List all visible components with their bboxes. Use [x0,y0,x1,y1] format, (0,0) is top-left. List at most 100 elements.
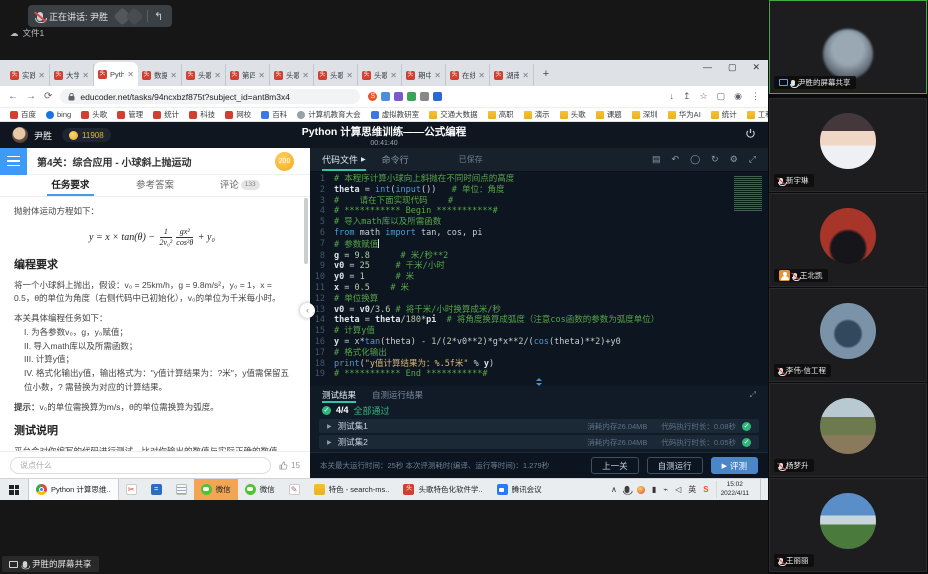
test-set-row[interactable]: ▶测试集1消耗内存26.04MB代码执行时长：0.08秒✓ [319,419,759,433]
bookmark-item[interactable]: 交通大数据 [429,109,478,120]
bookmark-star-icon[interactable]: ☆ [700,91,708,102]
share-icon[interactable]: ↥ [683,91,691,102]
taskbar-app-meeting[interactable]: 腾讯会议 [490,479,549,500]
reload-icon[interactable]: ⟳ [44,91,52,102]
bookmark-item[interactable]: 虚拟教研室 [371,109,420,120]
tab-terminal[interactable]: 命令行 [382,148,409,171]
bookmark-item[interactable]: 管理 [117,109,143,120]
reset-icon[interactable]: ◯ [690,154,700,165]
tab-close-icon[interactable]: ✕ [302,71,309,80]
browser-tab[interactable]: 头在线编✕ [446,64,490,86]
tab-selfrun-results[interactable]: 自测运行结果 [372,386,423,403]
hamburger-menu-icon[interactable] [0,148,27,175]
file-tree-icon[interactable]: ▤ [652,154,661,165]
taskbar-app-notepad[interactable] [169,479,194,500]
sogou-tray-icon[interactable]: S [703,485,708,494]
browser-tab[interactable]: 头湖南大✕ [490,64,534,86]
taskbar-app-chrome[interactable]: Python 计算思维.. [28,479,119,500]
taskbar-app-touge[interactable]: 头头歌特色化软件学.. [396,479,489,500]
browser-tab[interactable]: 头数据结✕ [138,64,182,86]
tab-close-icon[interactable]: ✕ [127,70,134,79]
taskbar-app-calc[interactable]: = [144,479,169,500]
bookmark-item[interactable]: bing [46,110,71,119]
prev-stage-button[interactable]: 上一关 [591,457,639,474]
close-button[interactable]: ✕ [752,62,760,73]
volume-icon[interactable]: ◁ [675,485,681,494]
bookmark-item[interactable]: 百科 [261,109,287,120]
tab-close-icon[interactable]: ✕ [346,71,353,80]
user-avatar[interactable] [12,127,28,143]
power-icon[interactable] [745,126,756,144]
battery-icon[interactable]: ▮ [652,485,656,494]
taskbar-app-snip[interactable]: ✂ [119,479,144,500]
network-icon[interactable]: ⌁ [663,485,668,494]
cloud-doc-widget[interactable]: ☁ 文件1 [10,27,44,39]
tab-close-icon[interactable]: ✕ [434,71,441,80]
participant-tile[interactable]: 李伟-信工程 [769,288,927,382]
start-button[interactable] [0,479,28,500]
taskbar-app-pen[interactable]: ✎ [282,479,307,500]
maximize-button[interactable]: ▢ [728,62,737,73]
bookmark-item[interactable]: 科技 [189,109,215,120]
bookmark-item[interactable]: 百度 [10,109,36,120]
minimize-button[interactable]: — [703,62,712,73]
tab-close-icon[interactable]: ✕ [214,71,221,80]
bookmark-item[interactable]: 华为AI [668,109,701,120]
extension-icon[interactable] [407,92,416,101]
expand-icon[interactable]: ⤢ [750,390,756,400]
extension-icon[interactable] [420,92,429,101]
participant-tile[interactable]: 杨梦升 [769,383,927,477]
evaluate-button[interactable]: ▶评测 [711,457,758,474]
bookmark-item[interactable]: 网校 [225,109,251,120]
tab-close-icon[interactable]: ✕ [522,71,529,80]
tab-close-icon[interactable]: ✕ [390,71,397,80]
show-desktop-button[interactable] [760,479,764,500]
bookmark-item[interactable]: 课题 [596,109,622,120]
fullscreen-icon[interactable]: ⤢ [749,154,756,165]
code-editor[interactable]: 1# 本程序计算小球向上斜抛在不同时间点的高度2theta = int(inpu… [310,172,768,378]
tray-expand-icon[interactable]: ∧ [611,485,617,494]
bookmark-item[interactable]: 计算机教育大会 [297,109,361,120]
tab-test-results[interactable]: 测试结果 [322,386,356,403]
tab-close-icon[interactable]: ✕ [82,71,89,80]
tab-close-icon[interactable]: ✕ [258,71,265,80]
panel-collapse-handle[interactable]: ‹ [300,303,315,318]
like-control[interactable]: 15 [279,461,300,470]
taskbar-app-wechat[interactable]: 微信 [238,479,282,500]
forward-icon[interactable]: → [26,91,36,102]
self-run-button[interactable]: 自测运行 [647,457,703,474]
bookmark-item[interactable]: 头歌 [81,109,107,120]
bookmark-item[interactable]: 工程教育专业认证 [747,109,768,120]
tray-app-icon[interactable] [637,486,645,494]
extension-icon[interactable] [433,92,442,101]
bookmark-item[interactable]: 深圳 [632,109,658,120]
tray-clock[interactable]: 15:02 2022/4/11 [716,481,753,498]
back-icon[interactable]: ← [8,91,18,102]
bookmark-item[interactable]: 头歌 [560,109,586,120]
tab-close-icon[interactable]: ✕ [170,71,177,80]
new-tab-button[interactable]: + [538,67,554,83]
participant-tile[interactable]: 王丽丽 [769,478,927,572]
tab-requirement[interactable]: 任务要求 [28,175,113,196]
sogou-extension-icon[interactable]: S [368,92,377,101]
browser-tab[interactable]: 头第四章✕ [226,64,270,86]
settings-gear-icon[interactable]: ⚙ [730,154,738,165]
tray-mic-icon[interactable] [624,486,629,493]
ime-icon[interactable]: 英 [688,484,696,495]
browser-tab[interactable]: 头大学计✕ [50,64,94,86]
participant-tile[interactable]: 王北凯 [769,193,927,287]
editor-minimap[interactable] [734,176,762,212]
browser-tab[interactable]: 头期中测✕ [402,64,446,86]
bookmark-item[interactable]: 统计 [711,109,737,120]
extension-icon[interactable] [394,92,403,101]
bookmark-item[interactable]: 统计 [153,109,179,120]
browser-tab[interactable]: 头头歌实✕ [358,64,402,86]
tab-close-icon[interactable]: ✕ [478,71,485,80]
test-set-row[interactable]: ▶测试集2消耗内存26.04MB代码执行时长：0.05秒✓ [319,435,759,449]
expand-caret-icon[interactable]: ▶ [327,439,332,446]
browser-tab[interactable]: 头头歌实✕ [314,64,358,86]
participant-tile[interactable]: 尹胜的屏幕共享 [769,0,927,94]
tab-close-icon[interactable]: ✕ [38,71,45,80]
download-icon[interactable]: ↓ [670,91,675,102]
task-panel-scrollbar[interactable] [304,198,308,264]
